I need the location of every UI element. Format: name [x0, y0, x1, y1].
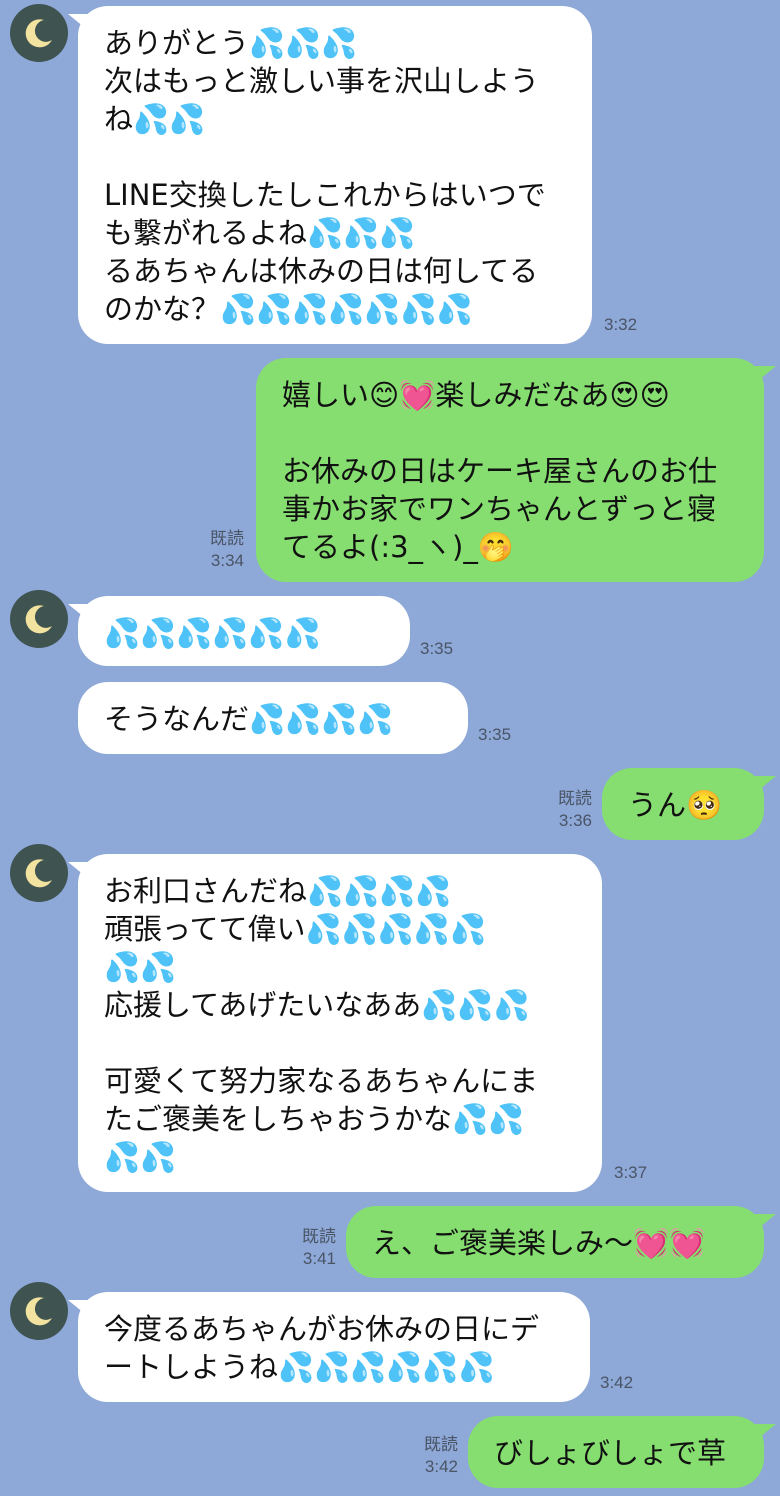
message-meta: 既読 3:42 [394, 1434, 458, 1478]
crescent-moon-icon [25, 19, 52, 48]
message-time: 3:36 [558, 811, 592, 830]
message-time: 3:41 [302, 1249, 336, 1268]
avatar[interactable] [10, 1282, 68, 1340]
message-bubble-outgoing[interactable]: うん🥺 [602, 768, 776, 840]
message-time: 3:42 [424, 1457, 458, 1476]
message-bubble-outgoing[interactable]: びしょびしょで草 [468, 1416, 776, 1488]
crescent-moon-icon [25, 605, 52, 634]
read-receipt: 既読 [558, 789, 592, 808]
message-meta: 既読 3:34 [180, 528, 244, 572]
message-time: 3:32 [604, 315, 638, 334]
message-time: 3:35 [420, 639, 454, 658]
avatar[interactable] [10, 844, 68, 902]
avatar[interactable] [10, 590, 68, 648]
avatar[interactable] [10, 4, 68, 62]
message-bubble-incoming[interactable]: そうなんだ💦💦💦💦 [78, 682, 468, 754]
read-receipt: 既読 [424, 1435, 458, 1454]
message-bubble-incoming[interactable]: 💦💦💦💦💦💦 [68, 596, 410, 666]
message-meta: 既読 3:41 [272, 1226, 336, 1270]
message-time: 3:42 [600, 1373, 634, 1392]
read-receipt: 既読 [302, 1227, 336, 1246]
message-time: 3:34 [210, 551, 244, 570]
read-receipt: 既読 [210, 529, 244, 548]
message-bubble-incoming[interactable]: ありがとう💦💦💦 次はもっと激しい事を沢山しよう ね💦💦 LINE交換したしこれ… [68, 6, 592, 344]
message-bubble-outgoing[interactable]: 嬉しい😊💓楽しみだなあ😍😍 お休みの日はケーキ屋さんのお仕 事かお家でワンちゃん… [256, 358, 776, 582]
crescent-moon-icon [25, 859, 52, 888]
message-meta: 既読 3:36 [528, 788, 592, 832]
message-bubble-outgoing[interactable]: え、ご褒美楽しみ〜💓💓 [346, 1206, 776, 1278]
message-bubble-incoming[interactable]: 今度るあちゃんがお休みの日にデ ートしようね💦💦💦💦💦💦 [68, 1292, 590, 1402]
message-time: 3:37 [614, 1163, 648, 1182]
message-time: 3:35 [478, 725, 512, 744]
crescent-moon-icon [25, 1297, 52, 1326]
message-bubble-incoming[interactable]: お利口さんだね💦💦💦💦 頑張ってて偉い💦💦💦💦💦 💦💦 応援してあげたいなああ💦… [68, 854, 602, 1192]
